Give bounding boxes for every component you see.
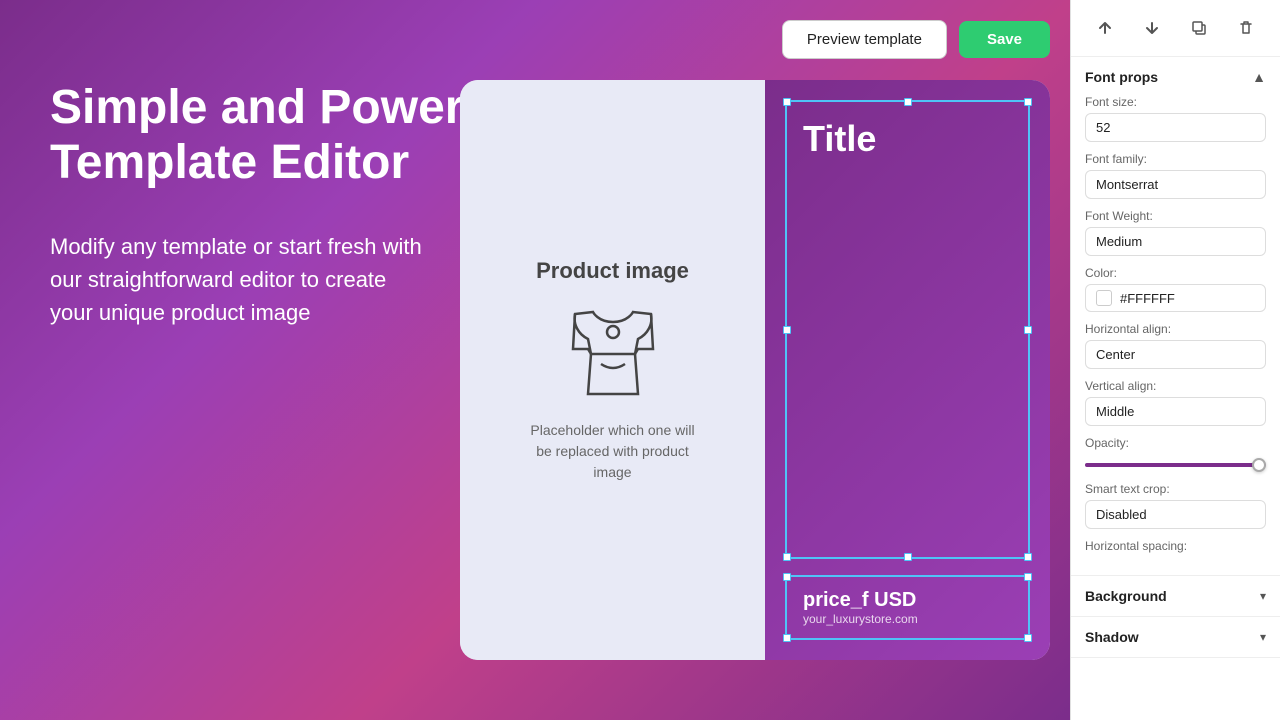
resize-handle-br[interactable]	[1024, 553, 1032, 561]
delete-button[interactable]	[1232, 14, 1260, 42]
price-handle-br[interactable]	[1024, 634, 1032, 642]
header-bar: Preview template Save	[782, 0, 1070, 79]
font-props-header: Font props ▲	[1085, 69, 1266, 85]
preview-template-button[interactable]: Preview template	[782, 20, 947, 59]
h-align-row: Horizontal align:	[1085, 322, 1266, 369]
price-text: price_f USD	[803, 589, 1012, 612]
shadow-chevron: ▾	[1260, 630, 1266, 644]
color-hex-value: #FFFFFF	[1120, 291, 1175, 306]
card-left: Product image Placeholder which one will…	[460, 80, 765, 660]
resize-handle-tm[interactable]	[904, 98, 912, 106]
font-weight-row: Font Weight:	[1085, 209, 1266, 256]
v-align-input[interactable]	[1085, 397, 1266, 426]
duplicate-button[interactable]	[1185, 14, 1213, 42]
resize-handle-bl[interactable]	[783, 553, 791, 561]
hero-title: Simple and Powerful Template Editor	[50, 80, 530, 190]
opacity-label: Opacity:	[1085, 436, 1266, 450]
smart-crop-row: Smart text crop:	[1085, 482, 1266, 529]
title-element[interactable]: Title	[785, 100, 1030, 559]
product-image-label: Product image	[536, 258, 689, 284]
placeholder-text: Placeholder which one will be replaced w…	[523, 420, 703, 483]
smart-crop-label: Smart text crop:	[1085, 482, 1266, 496]
h-align-input[interactable]	[1085, 340, 1266, 369]
move-down-button[interactable]	[1138, 14, 1166, 42]
font-family-input[interactable]	[1085, 170, 1266, 199]
save-button[interactable]: Save	[959, 21, 1050, 58]
card-right: Title price_f USD your_luxurystore.com	[765, 80, 1050, 660]
font-weight-input[interactable]	[1085, 227, 1266, 256]
hero-subtitle: Modify any template or start fresh with …	[50, 230, 430, 329]
resize-handle-tl[interactable]	[783, 98, 791, 106]
background-chevron: ▾	[1260, 589, 1266, 603]
font-family-row: Font family:	[1085, 152, 1266, 199]
font-family-label: Font family:	[1085, 152, 1266, 166]
h-spacing-label: Horizontal spacing:	[1085, 539, 1266, 553]
h-spacing-row: Horizontal spacing:	[1085, 539, 1266, 553]
main-canvas: Preview template Save Simple and Powerfu…	[0, 0, 1070, 720]
resize-handle-ml[interactable]	[783, 326, 791, 334]
h-align-label: Horizontal align:	[1085, 322, 1266, 336]
font-size-label: Font size:	[1085, 95, 1266, 109]
price-handle-tl[interactable]	[783, 573, 791, 581]
font-props-title: Font props	[1085, 69, 1158, 85]
font-size-input[interactable]	[1085, 113, 1266, 142]
price-element[interactable]: price_f USD your_luxurystore.com	[785, 575, 1030, 640]
color-picker[interactable]: #FFFFFF	[1085, 284, 1266, 312]
smart-crop-input[interactable]	[1085, 500, 1266, 529]
background-label: Background	[1085, 588, 1167, 604]
price-handle-bl[interactable]	[783, 634, 791, 642]
shadow-label: Shadow	[1085, 629, 1139, 645]
opacity-slider[interactable]	[1085, 463, 1266, 467]
background-section[interactable]: Background ▾	[1071, 576, 1280, 617]
v-align-label: Vertical align:	[1085, 379, 1266, 393]
opacity-row: Opacity:	[1085, 436, 1266, 472]
template-card: Product image Placeholder which one will…	[460, 80, 1050, 660]
color-row: Color: #FFFFFF	[1085, 266, 1266, 312]
price-handle-tr[interactable]	[1024, 573, 1032, 581]
right-panel: Font props ▲ Font size: Font family: Fon…	[1070, 0, 1280, 720]
resize-handle-mr[interactable]	[1024, 326, 1032, 334]
color-swatch	[1096, 290, 1112, 306]
shadow-section[interactable]: Shadow ▾	[1071, 617, 1280, 658]
resize-handle-tr[interactable]	[1024, 98, 1032, 106]
font-props-section: Font props ▲ Font size: Font family: Fon…	[1071, 57, 1280, 576]
color-label: Color:	[1085, 266, 1266, 280]
move-up-button[interactable]	[1091, 14, 1119, 42]
panel-toolbar	[1071, 0, 1280, 57]
font-size-row: Font size:	[1085, 95, 1266, 142]
store-text: your_luxurystore.com	[803, 612, 1012, 626]
font-props-collapse[interactable]: ▲	[1252, 69, 1266, 85]
v-align-row: Vertical align:	[1085, 379, 1266, 426]
font-weight-label: Font Weight:	[1085, 209, 1266, 223]
hoodie-icon	[563, 304, 663, 404]
resize-handle-bm[interactable]	[904, 553, 912, 561]
title-text: Title	[803, 118, 1012, 160]
